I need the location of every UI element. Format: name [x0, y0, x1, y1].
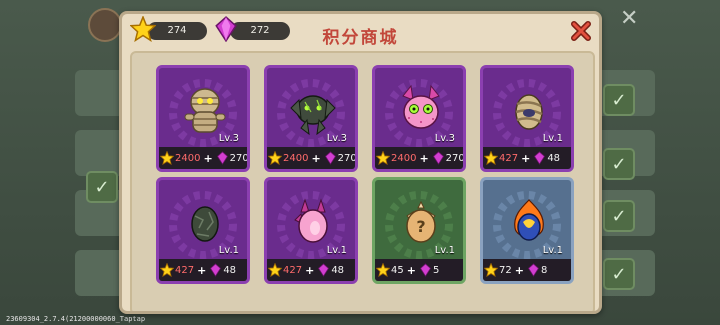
gem-icon: [528, 263, 539, 277]
star-price: 45: [391, 264, 404, 276]
checkbox-icon: ✓: [603, 84, 635, 116]
gem-icon: [210, 263, 222, 277]
star-icon: [484, 151, 498, 165]
background-close-icon: ✕: [620, 6, 639, 31]
rock-egg-icon: [191, 206, 219, 242]
mystery-egg-icon: ?: [406, 200, 436, 243]
star-price: 427: [499, 152, 519, 164]
gem-price: 270: [337, 152, 357, 164]
item-level: Lv.1: [326, 245, 347, 256]
star-price: 2400: [283, 152, 309, 164]
star-icon: [160, 263, 174, 277]
checkbox-icon: ✓: [603, 258, 635, 290]
price-bar: 2400 + 270: [375, 147, 463, 169]
star-price: 427: [175, 264, 195, 276]
star-icon: [268, 151, 282, 165]
gem-icon: [216, 151, 228, 165]
price-bar: 2400 + 270: [267, 147, 355, 169]
gem-price: 48: [223, 264, 237, 276]
gem-icon: [420, 263, 431, 277]
plus-sign: +: [521, 151, 531, 165]
item-level: Lv.3: [326, 133, 347, 144]
price-bar: 427 + 48: [483, 147, 571, 169]
shop-item-card[interactable]: Lv.1 427 + 48: [264, 177, 358, 284]
pink-dragon-egg-icon: [294, 198, 328, 243]
plus-sign: +: [419, 151, 429, 165]
pink-dragon-monster-icon: [402, 84, 440, 129]
flame-egg-icon: [514, 199, 544, 241]
star-icon: [268, 263, 282, 277]
gem-price: 270: [445, 152, 465, 164]
price-bar: 427 + 48: [267, 259, 355, 281]
star-icon: [160, 151, 174, 165]
svg-text:?: ?: [416, 217, 425, 236]
dialog-header: 274 272 积分商城: [122, 14, 599, 52]
item-level: Lv.3: [218, 133, 239, 144]
star-price: 2400: [175, 152, 201, 164]
star-price: 2400: [391, 152, 417, 164]
shop-item-card[interactable]: Lv.1 427 + 48: [480, 65, 574, 172]
close-x-icon: [571, 21, 591, 41]
rock-golem-monster-icon: [290, 95, 336, 136]
plus-sign: +: [203, 151, 213, 165]
price-bar: 72 + 8: [483, 259, 571, 281]
gem-price: 8: [540, 264, 548, 276]
plus-sign: +: [311, 151, 321, 165]
points-shop-dialog: 274 272 积分商城 Lv.3 2400 + 270 Lv.3 2400 +…: [119, 11, 602, 314]
item-level: Lv.1: [434, 245, 455, 256]
plus-sign: +: [514, 263, 524, 277]
mummy-egg-icon: [515, 94, 543, 130]
star-icon: [376, 151, 390, 165]
item-level: Lv.3: [434, 133, 455, 144]
shop-item-card[interactable]: Lv.3 2400 + 270: [372, 65, 466, 172]
star-icon: [484, 263, 498, 277]
shop-item-card[interactable]: Lv.1 72 + 8: [480, 177, 574, 284]
star-price: 72: [499, 264, 512, 276]
dialog-title: 积分商城: [322, 28, 399, 48]
star-price: 427: [283, 264, 303, 276]
shop-item-card[interactable]: ? Lv.1 45 + 5: [372, 177, 466, 284]
gem-icon: [432, 151, 444, 165]
shop-item-card[interactable]: Lv.3 2400 + 270: [156, 65, 250, 172]
checkbox-icon: ✓: [603, 200, 635, 232]
gem-price: 48: [331, 264, 345, 276]
mummy-monster-icon: [184, 88, 226, 133]
star-icon: [376, 263, 390, 277]
gem-icon: [534, 151, 546, 165]
build-version-label: 23609304_2.7.4(21200000060_Taptap: [6, 315, 146, 323]
price-bar: 45 + 5: [375, 259, 463, 281]
shop-item-card[interactable]: Lv.1 427 + 48: [156, 177, 250, 284]
item-level: Lv.1: [218, 245, 239, 256]
gem-icon: [324, 151, 336, 165]
avatar: [88, 8, 122, 42]
close-button[interactable]: [569, 19, 593, 43]
checkbox-icon: ✓: [603, 148, 635, 180]
gem-price: 48: [547, 152, 561, 164]
shop-grid: Lv.3 2400 + 270 Lv.3 2400 + 270 Lv.3 240…: [156, 65, 576, 311]
shop-item-area: Lv.3 2400 + 270 Lv.3 2400 + 270 Lv.3 240…: [130, 51, 595, 311]
gem-icon: [318, 263, 330, 277]
item-level: Lv.1: [542, 245, 563, 256]
plus-sign: +: [406, 263, 416, 277]
shop-item-card[interactable]: Lv.3 2400 + 270: [264, 65, 358, 172]
plus-sign: +: [305, 263, 315, 277]
price-bar: 427 + 48: [159, 259, 247, 281]
checkbox-icon: ✓: [86, 171, 118, 203]
plus-sign: +: [197, 263, 207, 277]
item-level: Lv.1: [542, 133, 563, 144]
price-bar: 2400 + 270: [159, 147, 247, 169]
gem-price: 270: [229, 152, 249, 164]
gem-price: 5: [432, 264, 440, 276]
